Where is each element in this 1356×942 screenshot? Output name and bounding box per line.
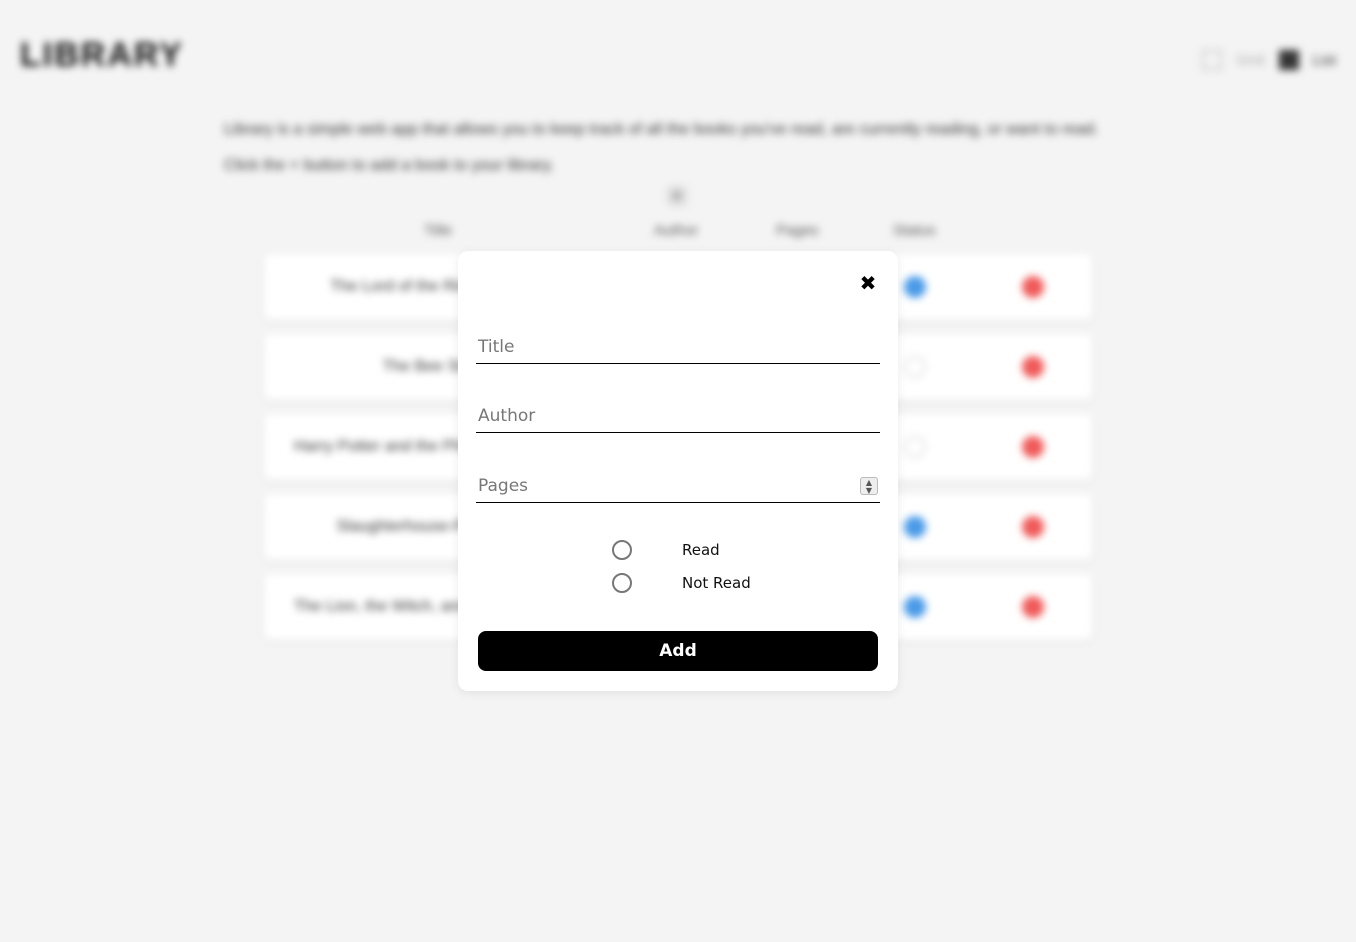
pages-field-wrapper: ▲▼: [476, 469, 880, 503]
grid-view-icon: [1202, 50, 1223, 70]
status-unread-icon: [904, 356, 926, 378]
read-radio-label[interactable]: Read: [682, 541, 720, 559]
column-header-pages: Pages: [776, 222, 819, 239]
delete-icon: [1022, 356, 1044, 378]
book-title: Slaughterhouse-Five: [336, 518, 484, 535]
add-book-modal: ✖ ▲▼ Read Not Read Add: [458, 251, 898, 691]
list-view-label: List: [1312, 51, 1336, 69]
status-read-icon: [904, 596, 926, 618]
delete-icon: [1022, 516, 1044, 538]
grid-view-label: Grid: [1236, 51, 1265, 69]
read-radio[interactable]: [612, 540, 632, 560]
intro-line: Click the + button to add a book to your…: [224, 157, 555, 174]
delete-icon: [1022, 596, 1044, 618]
view-toggle: Grid List: [1202, 50, 1336, 70]
read-option[interactable]: Read: [612, 540, 720, 560]
title-field-wrapper: [476, 330, 880, 364]
author-input[interactable]: [476, 399, 880, 432]
book-title: The Lord of the Rings: [330, 278, 484, 295]
title-input[interactable]: [476, 330, 880, 363]
not-read-radio-label[interactable]: Not Read: [682, 574, 751, 592]
pages-input[interactable]: [476, 469, 880, 502]
status-read-icon: [904, 516, 926, 538]
not-read-radio[interactable]: [612, 573, 632, 593]
intro-text: Library is a simple web app that allows …: [224, 112, 1184, 184]
book-title: Harry Potter and the Philosopher's Stone: [294, 438, 484, 455]
pages-stepper[interactable]: ▲ ▼: [860, 477, 878, 495]
close-icon[interactable]: ✖: [856, 271, 880, 295]
delete-icon: [1022, 436, 1044, 458]
book-title: The Lion, the Witch, and the Wardrobe: [294, 598, 484, 615]
intro-line: Library is a simple web app that allows …: [224, 121, 1099, 138]
list-view-icon: [1278, 50, 1299, 70]
column-header-title: Title: [424, 222, 452, 239]
add-button[interactable]: Add: [478, 631, 878, 671]
author-field-wrapper: [476, 399, 880, 433]
status-unread-icon: [904, 436, 926, 458]
column-header-author: Author: [654, 222, 699, 239]
book-title: The Bee Sting: [382, 358, 484, 375]
status-read-icon: [904, 276, 926, 298]
delete-icon: [1022, 276, 1044, 298]
app-logo: LIBRARY: [20, 36, 184, 74]
add-book-button: +: [667, 186, 687, 206]
not-read-option[interactable]: Not Read: [612, 573, 751, 593]
column-header-status: Status: [893, 222, 936, 239]
